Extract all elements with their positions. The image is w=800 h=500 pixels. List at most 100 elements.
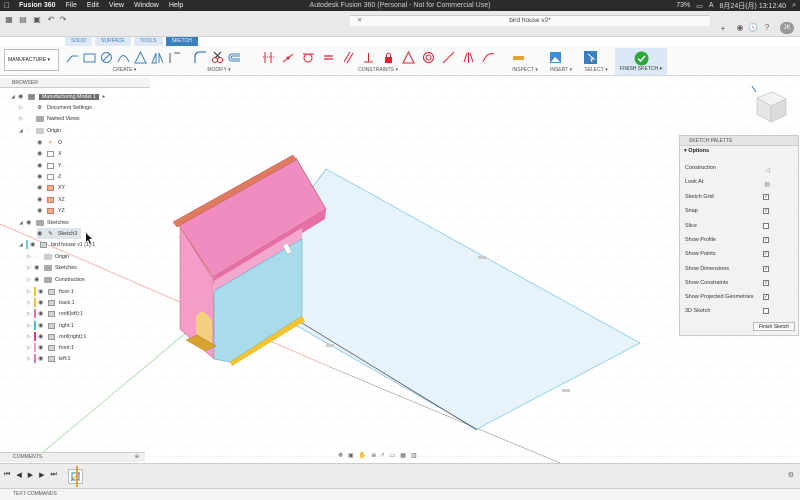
fix-icon[interactable] [382,51,395,64]
menu-app-name[interactable]: Fusion 360 [14,2,61,9]
job-status-icon[interactable]: ◉ [735,23,745,32]
dimension-handle[interactable] [562,389,570,392]
palette-row-show-constraints[interactable]: Show Constraints ✓ [680,276,798,290]
rectangle-icon[interactable] [83,51,96,64]
grid-settings-icon[interactable]: ▦ [400,452,406,459]
show-points-checkbox[interactable]: ✓ [763,251,769,257]
origin-axis-z[interactable]: ◉ Z [37,171,61,182]
browser-component[interactable]: ◢ ◉ bird house v1 (1):1 [19,239,95,250]
close-tab-icon[interactable]: ✕ [357,16,362,26]
expand-icon[interactable]: ▷ [27,334,34,340]
visibility-eye-icon[interactable]: ◉ [37,230,46,237]
new-tab-icon[interactable]: + [718,24,728,33]
visibility-eye-icon[interactable]: ◉ [37,173,46,180]
body-item-right[interactable]: ▷ ◉ right:1 [27,320,74,331]
timeline-settings-icon[interactable]: ⚙ [788,471,794,479]
collapse-icon[interactable]: ◢ [19,128,26,134]
origin-plane-xz[interactable]: ◉ XZ [37,194,65,205]
visibility-eye-icon[interactable]: ◉ [38,310,47,317]
palette-row-show-profile[interactable]: Show Profile ✓ [680,233,798,247]
insert-image-icon[interactable] [549,51,562,64]
step-back-icon[interactable]: ◀ [16,471,21,479]
undo-icon[interactable]: ↶ [46,15,56,24]
visibility-eye-icon[interactable]: ◉ [38,344,47,351]
browser-named-views[interactable]: ▷ Named Views [19,113,80,124]
browser-header[interactable]: BROWSER [0,78,150,88]
dimension-handle[interactable] [326,344,334,347]
visibility-eye-icon[interactable]: ◌ [34,254,43,260]
origin-axis-x[interactable]: ◉ X [37,148,62,159]
finish-sketch-group[interactable]: FINISH SKETCH ▾ [615,48,667,75]
3d-sketch-checkbox[interactable] [763,308,769,314]
tangent-icon[interactable] [302,51,315,64]
add-comment-icon[interactable]: ⊕ [135,453,139,462]
body-item-roof-left[interactable]: ▷ ◉ roof(left):1 [27,308,83,319]
step-forward-icon[interactable]: ▶ [39,471,44,479]
visibility-eye-icon[interactable]: ◉ [37,207,46,214]
arc-icon[interactable] [117,51,130,64]
file-menu-icon[interactable]: ▤ [18,15,28,24]
visibility-eye-icon[interactable]: ◉ [37,184,46,191]
visibility-eye-icon[interactable]: ◉ [37,139,46,146]
tab-sketch[interactable]: SKETCH [165,37,198,46]
save-icon[interactable]: ▣ [32,15,42,24]
body-item-roof-right[interactable]: ▷ ◉ roof(right):1 [27,331,86,342]
browser-root-item[interactable]: ◢ ◉ Manufacturing Model 1 ● [11,91,105,102]
orbit-icon[interactable]: ✥ [338,452,343,459]
parallel-icon[interactable] [342,51,355,64]
insert-group-label[interactable]: INSERT ▾ [545,67,577,73]
measure-icon[interactable] [512,51,525,64]
menu-file[interactable]: File [61,2,82,9]
visibility-eye-icon[interactable]: ◉ [34,264,43,271]
body-item-back[interactable]: ▷ ◉ back:1 [27,297,75,308]
visibility-eye-icon[interactable]: ◉ [37,162,46,169]
horizontal-vertical-icon[interactable] [262,51,275,64]
palette-row-slice[interactable]: Slice [680,219,798,233]
go-to-start-icon[interactable]: ⏮ [4,471,10,479]
visibility-eye-icon[interactable]: ◉ [34,276,43,283]
show-constraints-checkbox[interactable]: ✓ [763,280,769,286]
expand-icon[interactable]: ▷ [27,289,34,295]
notifications-icon[interactable]: 🕓 [748,23,758,32]
expand-icon[interactable]: ▷ [27,311,34,317]
select-group-label[interactable]: SELECT ▾ [580,67,612,73]
search-icon[interactable]: ⌕ [792,2,796,10]
trim-icon[interactable] [211,51,224,64]
battery-icon[interactable]: ▭ [696,2,703,10]
expand-icon[interactable]: ▷ [27,254,34,260]
slice-checkbox[interactable] [763,223,769,229]
menu-view[interactable]: View [104,2,129,9]
text-commands-bar[interactable]: TEXT COMMANDS [0,488,800,500]
visibility-eye-icon[interactable]: ◉ [38,299,47,306]
visibility-eye-icon[interactable]: ◌ [26,128,35,134]
curvature-icon[interactable] [482,51,495,64]
apple-icon[interactable]:  [0,1,14,10]
collinear-icon[interactable] [442,51,455,64]
tab-surface[interactable]: SURFACE [95,37,131,46]
workspace-selector[interactable]: MANUFACTURE ▾ [4,49,59,71]
show-profile-checkbox[interactable]: ✓ [763,237,769,243]
palette-row-show-dimensions[interactable]: Show Dimensions ✓ [680,262,798,276]
visibility-eye-icon[interactable]: ◉ [38,288,47,295]
viewports-icon[interactable]: ▥ [411,452,417,459]
expand-icon[interactable]: ▷ [27,265,34,271]
origin-point-o[interactable]: ◉ ✦ O [37,137,62,148]
tab-tools[interactable]: TOOLS [133,37,163,46]
play-icon[interactable]: ▶ [28,471,33,479]
expand-icon[interactable]: ▷ [19,105,26,111]
visibility-eye-icon[interactable]: ◉ [37,196,46,203]
go-to-end-icon[interactable]: ⏭ [50,471,56,479]
create-group-label[interactable]: CREATE ▾ [62,67,187,73]
offset-icon[interactable] [228,51,241,64]
record-icon[interactable]: ● [102,94,105,100]
collapse-icon[interactable]: ◢ [19,220,26,226]
palette-row-3d-sketch[interactable]: 3D Sketch [680,304,798,318]
origin-plane-xy[interactable]: ◉ XY [37,182,65,193]
expand-icon[interactable]: ▷ [27,300,34,306]
concentric-icon[interactable] [422,51,435,64]
expand-icon[interactable]: ▷ [27,323,34,329]
browser-sketches[interactable]: ◢ ◉ Sketches [19,217,69,228]
constraints-group-label[interactable]: CONSTRAINTS ▾ [258,67,498,73]
expand-icon[interactable]: ▷ [27,356,34,362]
component-origin[interactable]: ▷ ◌ Origin [27,251,69,262]
